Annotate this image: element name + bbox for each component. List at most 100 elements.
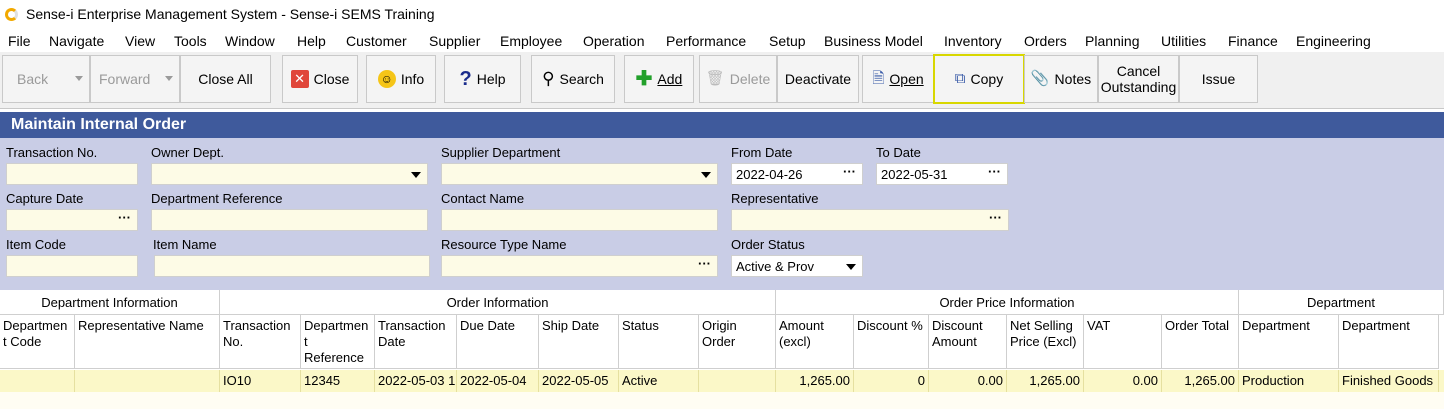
ellipsis-icon[interactable]: ··· (118, 210, 131, 225)
menu-engineering[interactable]: Engineering (1296, 33, 1371, 49)
close-label: Close (313, 71, 350, 87)
menu-utilities[interactable]: Utilities (1161, 33, 1206, 49)
ellipsis-icon[interactable]: ··· (988, 164, 1001, 179)
menu-employee[interactable]: Employee (500, 33, 562, 49)
col-discount-pct[interactable]: Discount % (854, 315, 929, 369)
help-button[interactable]: ? Help (444, 55, 521, 103)
menu-customer[interactable]: Customer (346, 33, 407, 49)
to-date-input[interactable]: 2022-05-31 ··· (876, 163, 1008, 185)
menu-tools[interactable]: Tools (174, 33, 207, 49)
capture-date-input[interactable]: ··· (6, 209, 138, 231)
forward-button[interactable]: Forward (90, 55, 180, 103)
cell-department-2: Finished Goods (1339, 370, 1439, 392)
item-name-input[interactable] (154, 255, 430, 277)
menu-orders[interactable]: Orders (1024, 33, 1067, 49)
order-status-select[interactable]: Active & Prov (731, 255, 863, 277)
forward-label: Forward (99, 71, 151, 87)
menu-performance[interactable]: Performance (666, 33, 746, 49)
info-button[interactable]: ☺ Info (366, 55, 436, 103)
representative-input[interactable]: ··· (731, 209, 1009, 231)
menu-view[interactable]: View (125, 33, 155, 49)
menu-window[interactable]: Window (225, 33, 275, 49)
to-date-value: 2022-05-31 (881, 167, 948, 182)
cell-ship-date: 2022-05-05 (539, 370, 619, 392)
delete-button[interactable]: 🗑 Delete (699, 55, 777, 103)
group-order-information: Order Information (220, 290, 776, 315)
cell-discount-pct: 0 (854, 370, 929, 392)
col-net-selling-price[interactable]: Net Selling Price (Excl) (1007, 315, 1084, 369)
menu-finance[interactable]: Finance (1228, 33, 1278, 49)
contact-name-input[interactable] (441, 209, 718, 231)
cell-transaction-no: IO10 (220, 370, 301, 392)
resource-type-label: Resource Type Name (441, 237, 567, 252)
form-header: Maintain Internal Order (0, 112, 1444, 138)
close-button[interactable]: ✕ Close (282, 55, 358, 103)
add-label: Add (657, 71, 683, 87)
col-department-reference[interactable]: Departmen t Reference (301, 315, 375, 369)
deactivate-button[interactable]: Deactivate (777, 55, 859, 103)
cell-transaction-date: 2022-05-03 1 (375, 370, 457, 392)
chevron-down-icon[interactable] (846, 264, 856, 270)
col-discount-amount[interactable]: Discount Amount (929, 315, 1007, 369)
open-button[interactable]: 🗎 Open (862, 55, 934, 103)
chevron-down-icon[interactable] (701, 172, 711, 178)
add-button[interactable]: ✚ Add (624, 55, 694, 103)
from-date-input[interactable]: 2022-04-26 ··· (731, 163, 863, 185)
close-all-button[interactable]: Close All (180, 55, 271, 103)
menu-bar: File Navigate View Tools Window Help Cus… (0, 30, 1444, 52)
owner-dept-select[interactable] (151, 163, 428, 185)
menu-setup[interactable]: Setup (769, 33, 806, 49)
representative-label: Representative (731, 191, 819, 206)
menu-planning[interactable]: Planning (1085, 33, 1140, 49)
notes-button[interactable]: 📎 Notes (1024, 55, 1098, 103)
menu-business-model[interactable]: Business Model (824, 33, 923, 49)
forward-dropdown-icon[interactable] (165, 76, 173, 81)
issue-button[interactable]: Issue (1179, 55, 1258, 103)
ellipsis-icon[interactable]: ··· (843, 164, 856, 179)
col-amount-excl[interactable]: Amount (excl) (776, 315, 854, 369)
chevron-down-icon[interactable] (411, 172, 421, 178)
paperclip-icon: 📎 (1030, 70, 1050, 87)
search-label: Search (559, 71, 604, 87)
ellipsis-icon[interactable]: ··· (698, 256, 711, 271)
item-code-input[interactable] (6, 255, 138, 277)
col-status[interactable]: Status (619, 315, 699, 369)
menu-file[interactable]: File (8, 33, 31, 49)
table-row[interactable]: IO10 12345 2022-05-03 1 2022-05-04 2022-… (0, 370, 1444, 393)
dept-reference-input[interactable] (151, 209, 428, 231)
col-order-total[interactable]: Order Total (1162, 315, 1239, 369)
back-dropdown-icon[interactable] (75, 76, 83, 81)
menu-inventory[interactable]: Inventory (944, 33, 1002, 49)
cell-status: Active (619, 370, 699, 392)
cell-vat: 0.00 (1084, 370, 1162, 392)
transaction-no-input[interactable] (6, 163, 138, 185)
back-button[interactable]: Back (2, 55, 90, 103)
copy-button[interactable]: ⧉ Copy (933, 54, 1025, 104)
resource-type-input[interactable]: ··· (441, 255, 718, 277)
col-transaction-date[interactable]: Transaction Date (375, 315, 457, 369)
col-due-date[interactable]: Due Date (457, 315, 539, 369)
col-department-code[interactable]: Departmen t Code (0, 315, 75, 369)
search-button[interactable]: ⚲ Search (531, 55, 615, 103)
col-department-1[interactable]: Department (1239, 315, 1339, 369)
menu-help[interactable]: Help (297, 33, 326, 49)
menu-supplier[interactable]: Supplier (429, 33, 480, 49)
col-representative-name[interactable]: Representative Name (75, 315, 220, 369)
supplier-dept-select[interactable] (441, 163, 718, 185)
col-ship-date[interactable]: Ship Date (539, 315, 619, 369)
col-transaction-no[interactable]: Transaction No. (220, 315, 301, 369)
cell-representative-name (75, 370, 220, 392)
item-code-label: Item Code (6, 237, 66, 252)
cancel-label-line1: Cancel (1116, 63, 1161, 79)
grid-empty-area (0, 392, 1444, 409)
contact-name-label: Contact Name (441, 191, 525, 206)
ellipsis-icon[interactable]: ··· (989, 210, 1002, 225)
col-department-2[interactable]: Department (1339, 315, 1439, 369)
menu-navigate[interactable]: Navigate (49, 33, 104, 49)
menu-operation[interactable]: Operation (583, 33, 644, 49)
col-origin-order[interactable]: Origin Order (699, 315, 776, 369)
col-vat[interactable]: VAT (1084, 315, 1162, 369)
toolbar: Back Forward Close All ✕ Close ☺ Info ? … (0, 52, 1444, 109)
plus-icon: ✚ (635, 68, 653, 90)
cancel-outstanding-button[interactable]: Cancel Outstanding (1098, 55, 1179, 103)
